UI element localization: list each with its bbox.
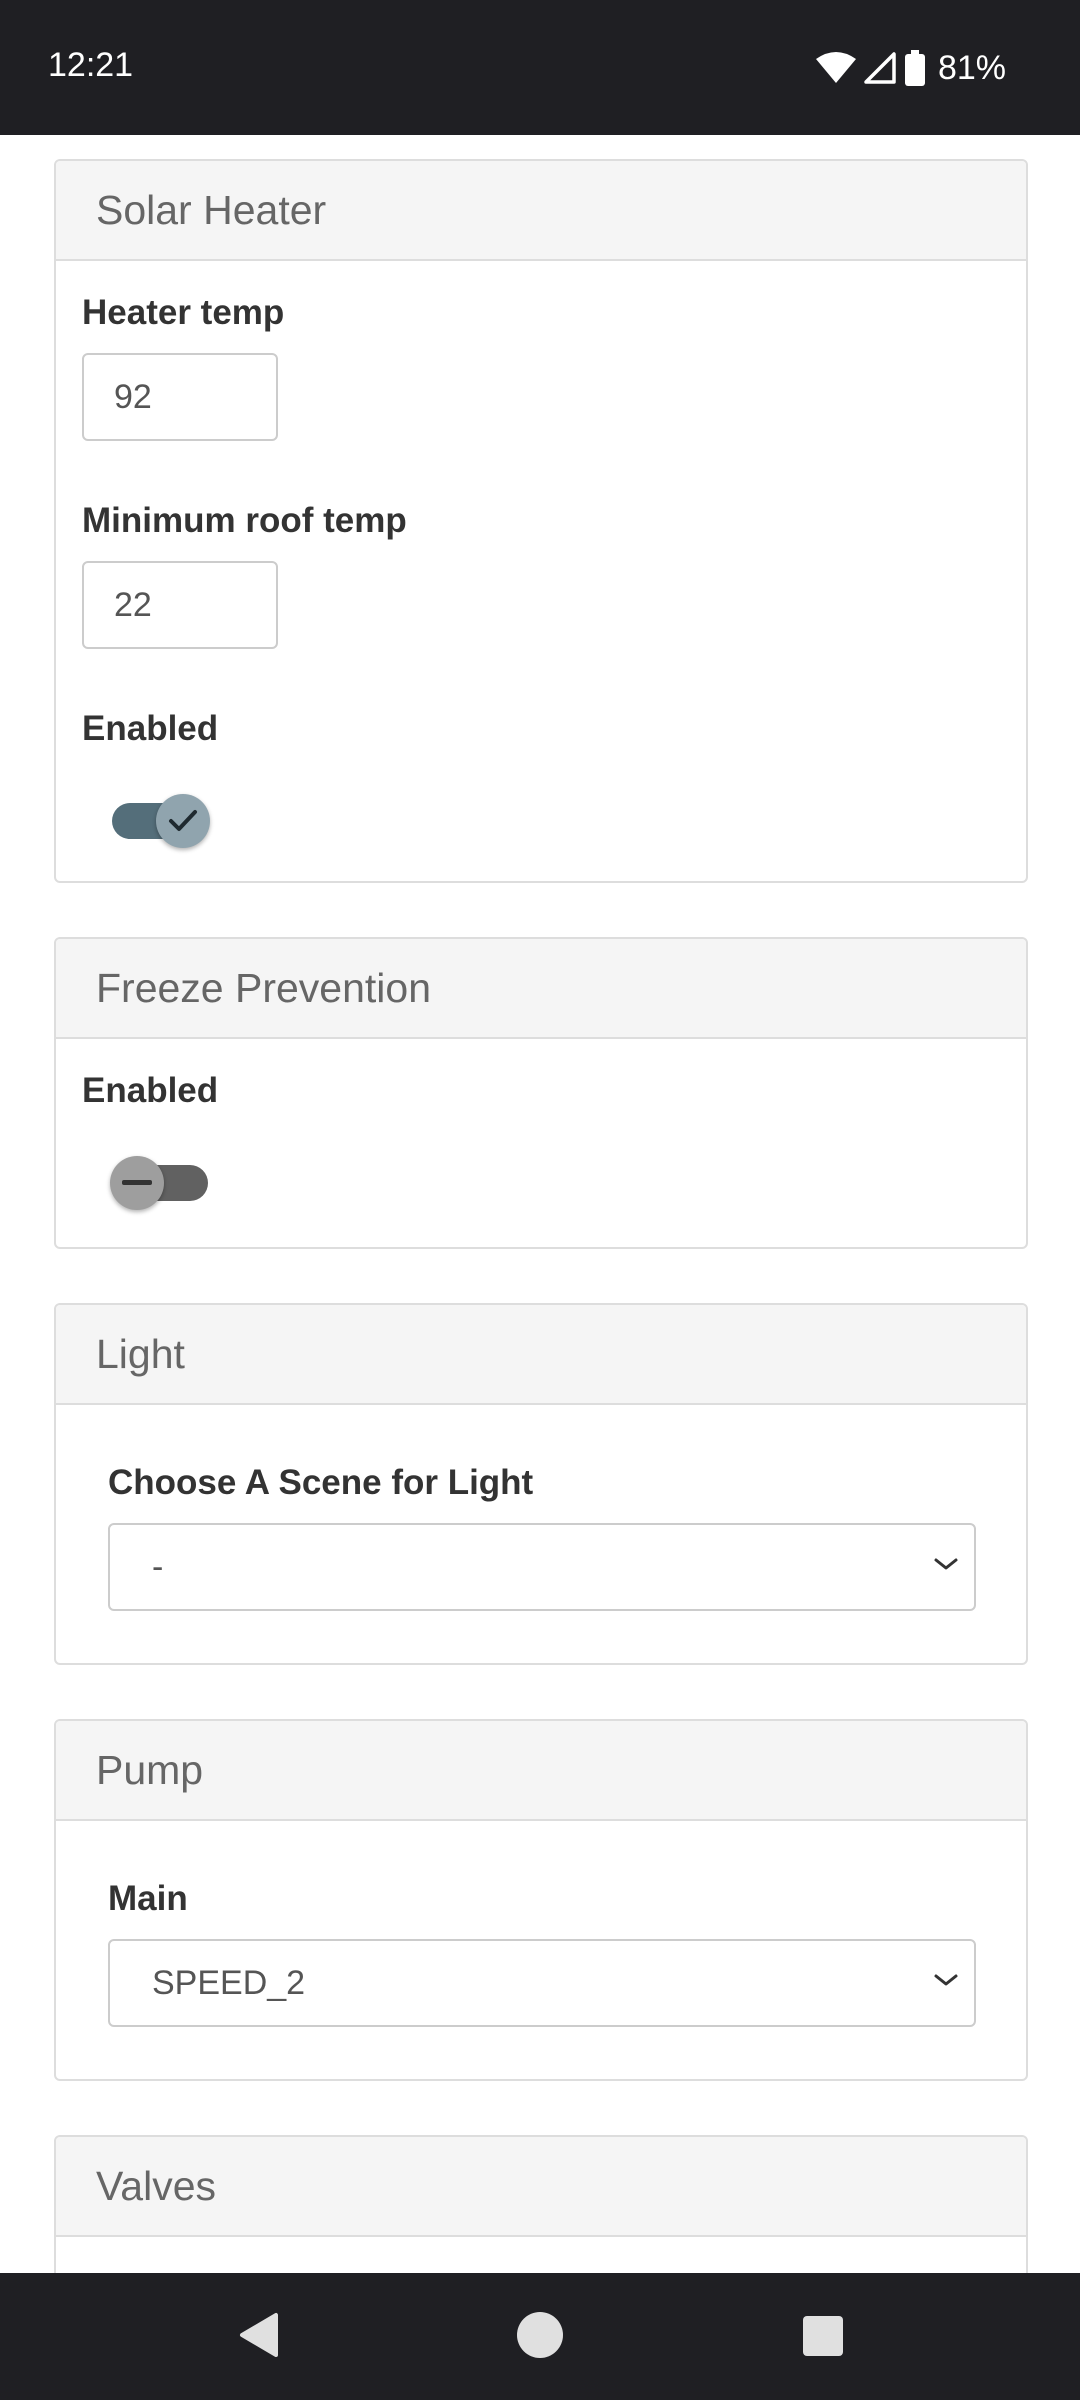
navigation-bar: [0, 2273, 1080, 2400]
light-scene-value: -: [152, 1547, 164, 1586]
solar-enabled-label: Enabled: [82, 709, 219, 748]
pump-main-select[interactable]: SPEED_2: [108, 1939, 976, 2027]
freeze-enabled-toggle[interactable]: [110, 1156, 208, 1210]
chevron-down-icon: [934, 1974, 958, 1986]
chevron-down-icon: [934, 1558, 958, 1570]
heater-temp-input[interactable]: [82, 353, 278, 441]
toggle-knob: [156, 794, 210, 848]
home-icon[interactable]: [516, 2311, 564, 2364]
min-roof-temp-input[interactable]: [82, 561, 278, 649]
battery-percent: 81%: [937, 48, 1006, 87]
status-icons: 81%: [815, 46, 1006, 90]
panel-title-freeze-prevention: Freeze Prevention: [56, 939, 1026, 1039]
status-bar: 12:21 81%: [0, 0, 1080, 135]
toggle-knob: [110, 1156, 164, 1210]
min-roof-temp-label: Minimum roof temp: [82, 501, 407, 540]
cell-signal-icon: [864, 52, 896, 84]
pump-panel: Pump Main SPEED_2: [54, 1719, 1028, 2081]
freeze-prevention-panel: Freeze Prevention Enabled: [54, 937, 1028, 1249]
light-scene-select[interactable]: -: [108, 1523, 976, 1611]
panel-title-pump: Pump: [56, 1721, 1026, 1821]
battery-icon: [904, 50, 926, 86]
solar-heater-panel: Solar Heater Heater temp Minimum roof te…: [54, 159, 1028, 883]
heater-temp-label: Heater temp: [82, 293, 285, 332]
page-content[interactable]: Solar Heater Heater temp Minimum roof te…: [0, 135, 1080, 2273]
light-scene-label: Choose A Scene for Light: [108, 1463, 534, 1502]
panel-title-solar-heater: Solar Heater: [56, 161, 1026, 261]
pump-main-label: Main: [108, 1879, 188, 1918]
panel-title-light: Light: [56, 1305, 1026, 1405]
light-panel: Light Choose A Scene for Light -: [54, 1303, 1028, 1665]
pump-main-value: SPEED_2: [152, 1963, 306, 2002]
wifi-icon: [815, 52, 856, 84]
back-icon[interactable]: [236, 2311, 280, 2364]
status-time: 12:21: [48, 46, 134, 84]
freeze-enabled-label: Enabled: [82, 1071, 219, 1110]
recents-icon[interactable]: [802, 2315, 844, 2362]
check-icon: [169, 810, 197, 831]
valves-panel: Valves: [54, 2135, 1028, 2273]
minus-icon: [122, 1180, 152, 1185]
panel-title-valves: Valves: [56, 2137, 1026, 2237]
solar-enabled-toggle[interactable]: [112, 794, 210, 848]
